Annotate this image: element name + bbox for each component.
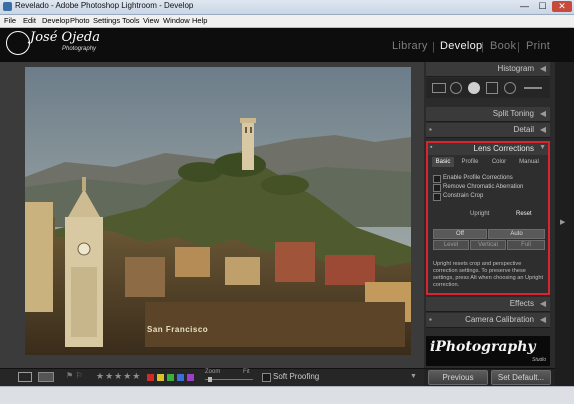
maximize-button[interactable]: ☐ xyxy=(534,1,551,12)
san-francisco-photo xyxy=(25,67,411,355)
photo-watermark: San Francisco xyxy=(147,325,209,334)
menu-develop[interactable]: Develop xyxy=(42,15,70,27)
collapse-triangle-icon[interactable]: ◀ xyxy=(540,64,546,73)
remove-ca-checkbox[interactable] xyxy=(433,184,441,192)
upright-off-button[interactable]: Off xyxy=(433,229,487,239)
lens-corrections-panel: ▪ Lens Corrections ▼ Basic Profile Color… xyxy=(426,141,550,295)
upright-full-button[interactable]: Full xyxy=(507,240,545,250)
adjustment-brush-icon[interactable] xyxy=(524,87,542,89)
collapse-triangle-icon[interactable]: ◀ xyxy=(540,109,546,118)
collapse-triangle-icon[interactable]: ◀ xyxy=(540,299,546,308)
effects-label: Effects xyxy=(509,299,534,308)
tab-manual[interactable]: Manual xyxy=(516,157,542,167)
upright-label: Upright xyxy=(470,211,490,217)
menu-photo[interactable]: Photo xyxy=(70,15,90,27)
zoom-slider[interactable] xyxy=(205,379,253,380)
title-bar: Revelado - Adobe Photoshop Lightroom - D… xyxy=(0,0,574,15)
panel-switch-icon[interactable]: ▪ xyxy=(430,144,432,151)
bottom-toolbar: ⚑ ⚐ ★★★★★ Zoom Fit Soft Proofing ▼ xyxy=(0,368,424,387)
split-toning-label: Split Toning xyxy=(492,109,534,118)
color-label-green[interactable] xyxy=(167,374,174,381)
module-separator: | xyxy=(517,41,520,53)
graduated-filter-icon[interactable] xyxy=(486,82,498,94)
histogram-header[interactable]: Histogram ◀ xyxy=(426,62,550,77)
tool-strip xyxy=(426,78,550,98)
menu-view[interactable]: View xyxy=(143,15,159,27)
enable-profile-label: Enable Profile Corrections xyxy=(443,175,513,181)
camera-calibration-label: Camera Calibration xyxy=(465,315,534,324)
photo-image[interactable]: San Francisco xyxy=(25,67,411,355)
menu-settings[interactable]: Settings xyxy=(93,15,120,27)
identity-name: José Ojeda xyxy=(30,30,100,45)
window-title: Revelado - Adobe Photoshop Lightroom - D… xyxy=(15,1,194,10)
camera-calibration-header[interactable]: ▪ Camera Calibration ◀ xyxy=(426,313,550,328)
star-rating[interactable]: ★★★★★ xyxy=(96,371,141,382)
constrain-crop-label: Constrain Crop xyxy=(443,193,484,199)
constrain-crop-checkbox[interactable] xyxy=(433,193,441,201)
panel-switch-icon[interactable]: ▪ xyxy=(429,315,432,324)
lens-corrections-label: Lens Corrections xyxy=(473,144,534,153)
watermark-text: iPhotography xyxy=(430,339,536,355)
color-label-red[interactable] xyxy=(147,374,154,381)
crop-overlay-icon[interactable] xyxy=(432,83,446,93)
set-default-button[interactable]: Set Default... xyxy=(491,370,551,385)
split-toning-header[interactable]: Split Toning ◀ xyxy=(426,107,550,122)
red-eye-icon[interactable] xyxy=(468,82,480,94)
menu-tools[interactable]: Tools xyxy=(122,15,140,27)
toolbar-menu-icon[interactable]: ▼ xyxy=(410,373,417,380)
identity-logo xyxy=(6,31,30,55)
soft-proofing-label: Soft Proofing xyxy=(273,372,320,381)
menu-window[interactable]: Window xyxy=(163,15,190,27)
menu-edit[interactable]: Edit xyxy=(23,15,36,27)
soft-proofing-checkbox[interactable] xyxy=(262,373,271,382)
color-label-purple[interactable] xyxy=(187,374,194,381)
expand-triangle-icon[interactable]: ▼ xyxy=(539,144,546,151)
right-panel-toggle-icon[interactable]: ▶ xyxy=(560,218,565,226)
flag-icons[interactable]: ⚑ ⚐ xyxy=(66,371,83,380)
module-separator: | xyxy=(432,41,435,53)
close-button[interactable]: ✕ xyxy=(552,1,572,12)
module-develop[interactable]: Develop xyxy=(440,40,482,52)
upright-vertical-button[interactable]: Vertical xyxy=(470,240,506,250)
zoom-slider-thumb[interactable] xyxy=(208,377,212,382)
menu-help[interactable]: Help xyxy=(192,15,207,27)
module-print[interactable]: Print xyxy=(526,40,550,52)
previous-button[interactable]: Previous xyxy=(428,370,488,385)
tab-color[interactable]: Color xyxy=(488,157,510,167)
tab-basic[interactable]: Basic xyxy=(432,157,454,167)
module-library[interactable]: Library xyxy=(392,40,428,52)
detail-label: Detail xyxy=(513,125,534,134)
upright-level-button[interactable]: Level xyxy=(433,240,469,250)
menu-bar: File Edit Develop Photo Settings Tools V… xyxy=(0,15,574,28)
color-label-blue[interactable] xyxy=(177,374,184,381)
zoom-label: Zoom xyxy=(205,369,221,375)
tab-profile[interactable]: Profile xyxy=(458,157,482,167)
module-book[interactable]: Book xyxy=(490,40,516,52)
color-label-yellow[interactable] xyxy=(157,374,164,381)
menu-file[interactable]: File xyxy=(4,15,16,27)
remove-ca-label: Remove Chromatic Aberration xyxy=(443,184,524,190)
window-bottom-border xyxy=(0,386,574,404)
identity-subtitle: Photography xyxy=(62,46,97,52)
module-separator: | xyxy=(481,41,484,53)
upright-reset-button[interactable]: Reset xyxy=(516,211,532,217)
upright-help-text: Upright resets crop and perspective corr… xyxy=(433,261,544,288)
watermark-subtext: Studio xyxy=(532,357,547,363)
fit-label: Fit xyxy=(243,369,250,375)
spot-removal-icon[interactable] xyxy=(450,82,462,94)
lightroom-app-icon xyxy=(3,2,12,11)
lens-corrections-header[interactable]: ▪ Lens Corrections ▼ xyxy=(428,143,548,155)
detail-header[interactable]: ▪ Detail ◀ xyxy=(426,123,550,138)
collapse-triangle-icon[interactable]: ◀ xyxy=(540,125,546,134)
enable-profile-checkbox[interactable] xyxy=(433,175,441,183)
loupe-view-icon[interactable] xyxy=(18,372,32,382)
minimize-button[interactable]: — xyxy=(516,1,533,12)
panel-switch-icon[interactable]: ▪ xyxy=(429,125,432,134)
effects-header[interactable]: Effects ◀ xyxy=(426,297,550,312)
before-after-icon[interactable] xyxy=(38,372,54,382)
upright-auto-button[interactable]: Auto xyxy=(488,229,545,239)
collapse-triangle-icon[interactable]: ◀ xyxy=(540,315,546,324)
radial-filter-icon[interactable] xyxy=(504,82,516,94)
histogram-label: Histogram xyxy=(497,64,534,73)
